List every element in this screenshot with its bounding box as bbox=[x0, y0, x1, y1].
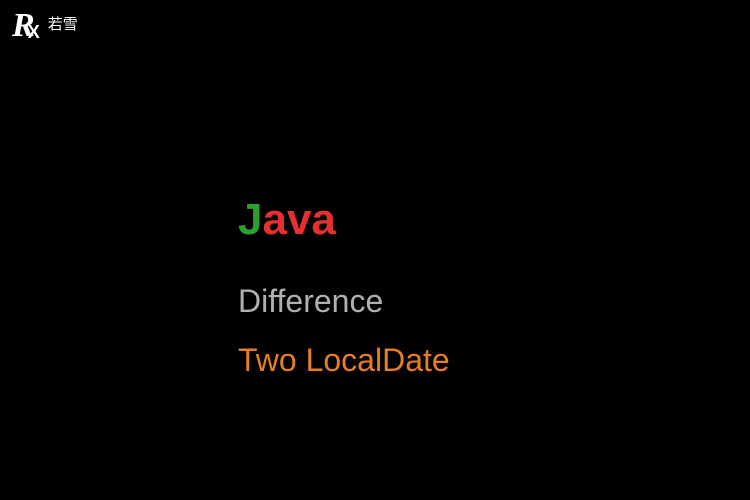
title-rest: ava bbox=[262, 195, 335, 244]
subtitle-line-1: Difference bbox=[238, 283, 450, 320]
logo-text: 若雪 bbox=[48, 13, 78, 34]
subtitle-line-2: Two LocalDate bbox=[238, 342, 450, 379]
logo-r-char: R bbox=[12, 9, 35, 43]
main-content: Java Difference Two LocalDate bbox=[238, 195, 450, 379]
logo: R X 若雪 bbox=[12, 8, 78, 43]
title: Java bbox=[238, 195, 450, 245]
title-first-char: J bbox=[238, 195, 262, 244]
